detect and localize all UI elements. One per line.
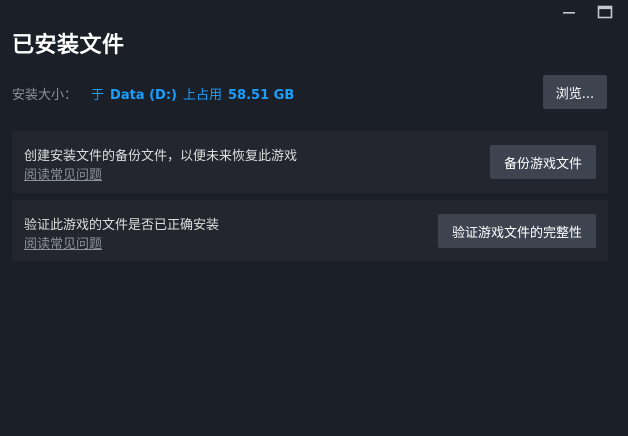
minimize-button[interactable] bbox=[558, 3, 580, 21]
install-size-value: 58.51 GB bbox=[228, 88, 295, 103]
installed-files-window: 已安装文件 安装大小： 于 Data (D:) 上占用 58.51 GB 浏览.… bbox=[0, 0, 628, 436]
backup-files-button[interactable]: 备份游戏文件 bbox=[490, 145, 596, 179]
verify-description: 验证此游戏的文件是否已正确安装 bbox=[24, 218, 220, 233]
verify-panel: 验证此游戏的文件是否已正确安装 阅读常见问题 验证游戏文件的完整性 bbox=[12, 200, 608, 261]
window-controls bbox=[558, 3, 616, 21]
install-size-mid: 上占用 bbox=[182, 88, 222, 103]
install-size-label: 安装大小： bbox=[12, 88, 78, 103]
verify-faq-link[interactable]: 阅读常见问题 bbox=[24, 233, 102, 252]
backup-description: 创建安装文件的备份文件，以便未来恢复此游戏 bbox=[24, 149, 298, 164]
install-drive: Data (D:) bbox=[110, 88, 177, 103]
install-size-prefix: 于 bbox=[91, 88, 105, 103]
install-size-row: 安装大小： 于 Data (D:) 上占用 58.51 GB bbox=[12, 84, 294, 103]
maximize-icon bbox=[597, 5, 613, 19]
minimize-icon bbox=[563, 12, 575, 14]
maximize-button[interactable] bbox=[594, 3, 616, 21]
backup-panel: 创建安装文件的备份文件，以便未来恢复此游戏 阅读常见问题 备份游戏文件 bbox=[12, 131, 608, 193]
verify-integrity-button[interactable]: 验证游戏文件的完整性 bbox=[438, 214, 596, 248]
browse-button[interactable]: 浏览... bbox=[543, 75, 607, 109]
backup-faq-link[interactable]: 阅读常见问题 bbox=[24, 164, 102, 183]
page-title: 已安装文件 bbox=[12, 33, 125, 58]
